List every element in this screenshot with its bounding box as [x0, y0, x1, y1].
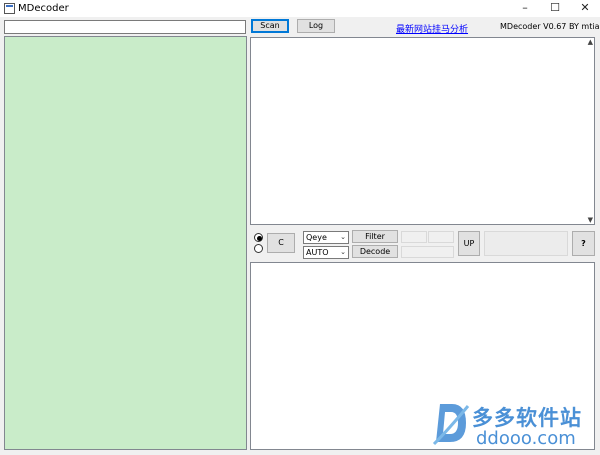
encoding-select[interactable]: AUTO ⌄ — [303, 246, 349, 259]
status-field — [484, 231, 568, 256]
version-label: MDecoder V0.67 BY mtian — [500, 22, 600, 31]
window-title: MDecoder — [18, 3, 69, 14]
close-button[interactable]: ✕ — [570, 0, 600, 17]
chevron-down-icon: ⌄ — [340, 233, 346, 241]
title-bar: MDecoder – ☐ ✕ — [0, 0, 600, 17]
chevron-down-icon: ⌄ — [340, 248, 346, 256]
app-icon — [4, 3, 15, 14]
scroll-down-icon[interactable]: ▼ — [588, 216, 593, 224]
scroll-up-icon[interactable]: ▲ — [588, 38, 593, 46]
watermark-url: ddooo.com — [476, 428, 576, 449]
watermark-logo-icon — [432, 404, 470, 446]
decode-button[interactable]: Decode — [352, 245, 398, 258]
filter-button[interactable]: Filter — [352, 230, 398, 243]
radio-option-top[interactable] — [254, 233, 263, 242]
log-button[interactable]: Log — [297, 19, 335, 33]
output-panel-top[interactable]: ▲ ▼ — [250, 37, 595, 225]
c-button[interactable]: C — [267, 233, 295, 253]
minimize-button[interactable]: – — [510, 0, 540, 17]
decode-field[interactable] — [401, 246, 454, 258]
radio-option-bottom[interactable] — [254, 244, 263, 253]
analysis-link[interactable]: 最新网站挂马分析 — [396, 22, 468, 35]
help-button[interactable]: ? — [572, 231, 595, 256]
filter-field-1[interactable] — [401, 231, 427, 243]
filter-field-2[interactable] — [428, 231, 454, 243]
encoding-select-value: AUTO — [306, 248, 329, 257]
maximize-button[interactable]: ☐ — [540, 0, 570, 17]
file-list-panel[interactable] — [4, 36, 247, 450]
scan-button[interactable]: Scan — [251, 19, 289, 33]
path-input[interactable] — [4, 20, 246, 34]
mode-select[interactable]: Qeye ⌄ — [303, 231, 349, 244]
mode-select-value: Qeye — [306, 233, 327, 242]
up-button[interactable]: UP — [458, 231, 480, 256]
